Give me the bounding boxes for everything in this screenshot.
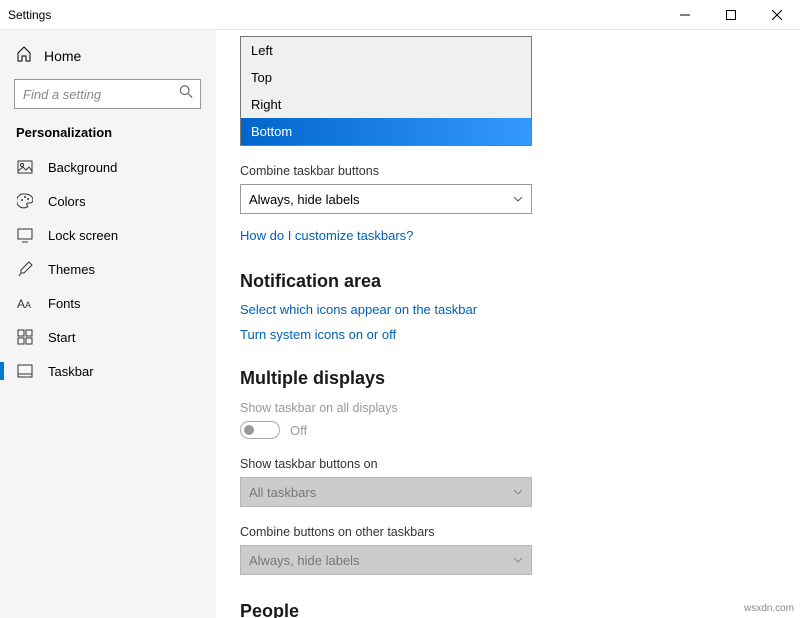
combine-label: Combine taskbar buttons [240,164,776,178]
sidebar-item-label: Taskbar [48,364,94,379]
sidebar-item-themes[interactable]: Themes [0,252,215,286]
home-icon [16,46,32,65]
sidebar-item-taskbar[interactable]: Taskbar [0,354,215,388]
sidebar-item-colors[interactable]: Colors [0,184,215,218]
home-label: Home [44,48,81,64]
window-controls [662,0,800,29]
sidebar-item-label: Colors [48,194,86,209]
dropdown-option-top[interactable]: Top [241,64,531,91]
palette-icon [16,193,34,209]
sidebar-item-label: Fonts [48,296,81,311]
grid-icon [16,329,34,345]
chevron-down-icon [513,553,523,568]
taskbar-icon [16,363,34,379]
minimize-icon [680,10,690,20]
watermark: wsxdn.com [744,603,794,614]
dropdown-option-right[interactable]: Right [241,91,531,118]
sidebar-item-background[interactable]: Background [0,150,215,184]
system-icons-link[interactable]: Turn system icons on or off [240,327,776,342]
window-title: Settings [8,8,51,22]
taskbar-location-dropdown[interactable]: Left Top Right Bottom [240,36,532,146]
sidebar-item-label: Start [48,330,75,345]
maximize-icon [726,10,736,20]
sidebar-item-label: Lock screen [48,228,118,243]
sidebar: Home Personalization Background Colors L… [0,30,216,618]
monitor-icon [16,227,34,243]
svg-text:A: A [17,297,25,311]
home-link[interactable]: Home [0,38,215,73]
dropdown-option-bottom[interactable]: Bottom [241,118,531,145]
notification-area-heading: Notification area [240,271,776,292]
search-input[interactable] [14,79,201,109]
titlebar: Settings [0,0,800,30]
search-icon [179,85,193,104]
maximize-button[interactable] [708,0,754,29]
svg-text:A: A [25,300,31,310]
sidebar-item-label: Background [48,160,117,175]
dropdown-option-left[interactable]: Left [241,37,531,64]
multiple-displays-heading: Multiple displays [240,368,776,389]
combine-other-value: Always, hide labels [249,553,360,568]
sidebar-item-fonts[interactable]: AA Fonts [0,286,215,320]
font-icon: AA [16,295,34,311]
show-all-displays-label: Show taskbar on all displays [240,401,776,415]
chevron-down-icon [513,485,523,500]
picture-icon [16,159,34,175]
main-panel: Left Top Right Bottom Combine taskbar bu… [216,30,800,618]
select-icons-link[interactable]: Select which icons appear on the taskbar [240,302,776,317]
minimize-button[interactable] [662,0,708,29]
people-heading: People [240,601,776,618]
customize-taskbars-link[interactable]: How do I customize taskbars? [240,228,413,243]
search-field[interactable] [14,79,201,109]
combine-other-select: Always, hide labels [240,545,532,575]
combine-select[interactable]: Always, hide labels [240,184,532,214]
sidebar-section-title: Personalization [0,119,215,150]
sidebar-nav: Background Colors Lock screen Themes AA … [0,150,215,388]
sidebar-item-start[interactable]: Start [0,320,215,354]
combine-other-label: Combine buttons on other taskbars [240,525,776,539]
buttons-on-select: All taskbars [240,477,532,507]
show-all-displays-state: Off [290,423,307,438]
sidebar-item-lock-screen[interactable]: Lock screen [0,218,215,252]
buttons-on-value: All taskbars [249,485,316,500]
buttons-on-label: Show taskbar buttons on [240,457,776,471]
close-button[interactable] [754,0,800,29]
sidebar-item-label: Themes [48,262,95,277]
close-icon [772,10,782,20]
brush-icon [16,261,34,277]
show-all-displays-toggle [240,421,280,439]
combine-value: Always, hide labels [249,192,360,207]
chevron-down-icon [513,192,523,207]
